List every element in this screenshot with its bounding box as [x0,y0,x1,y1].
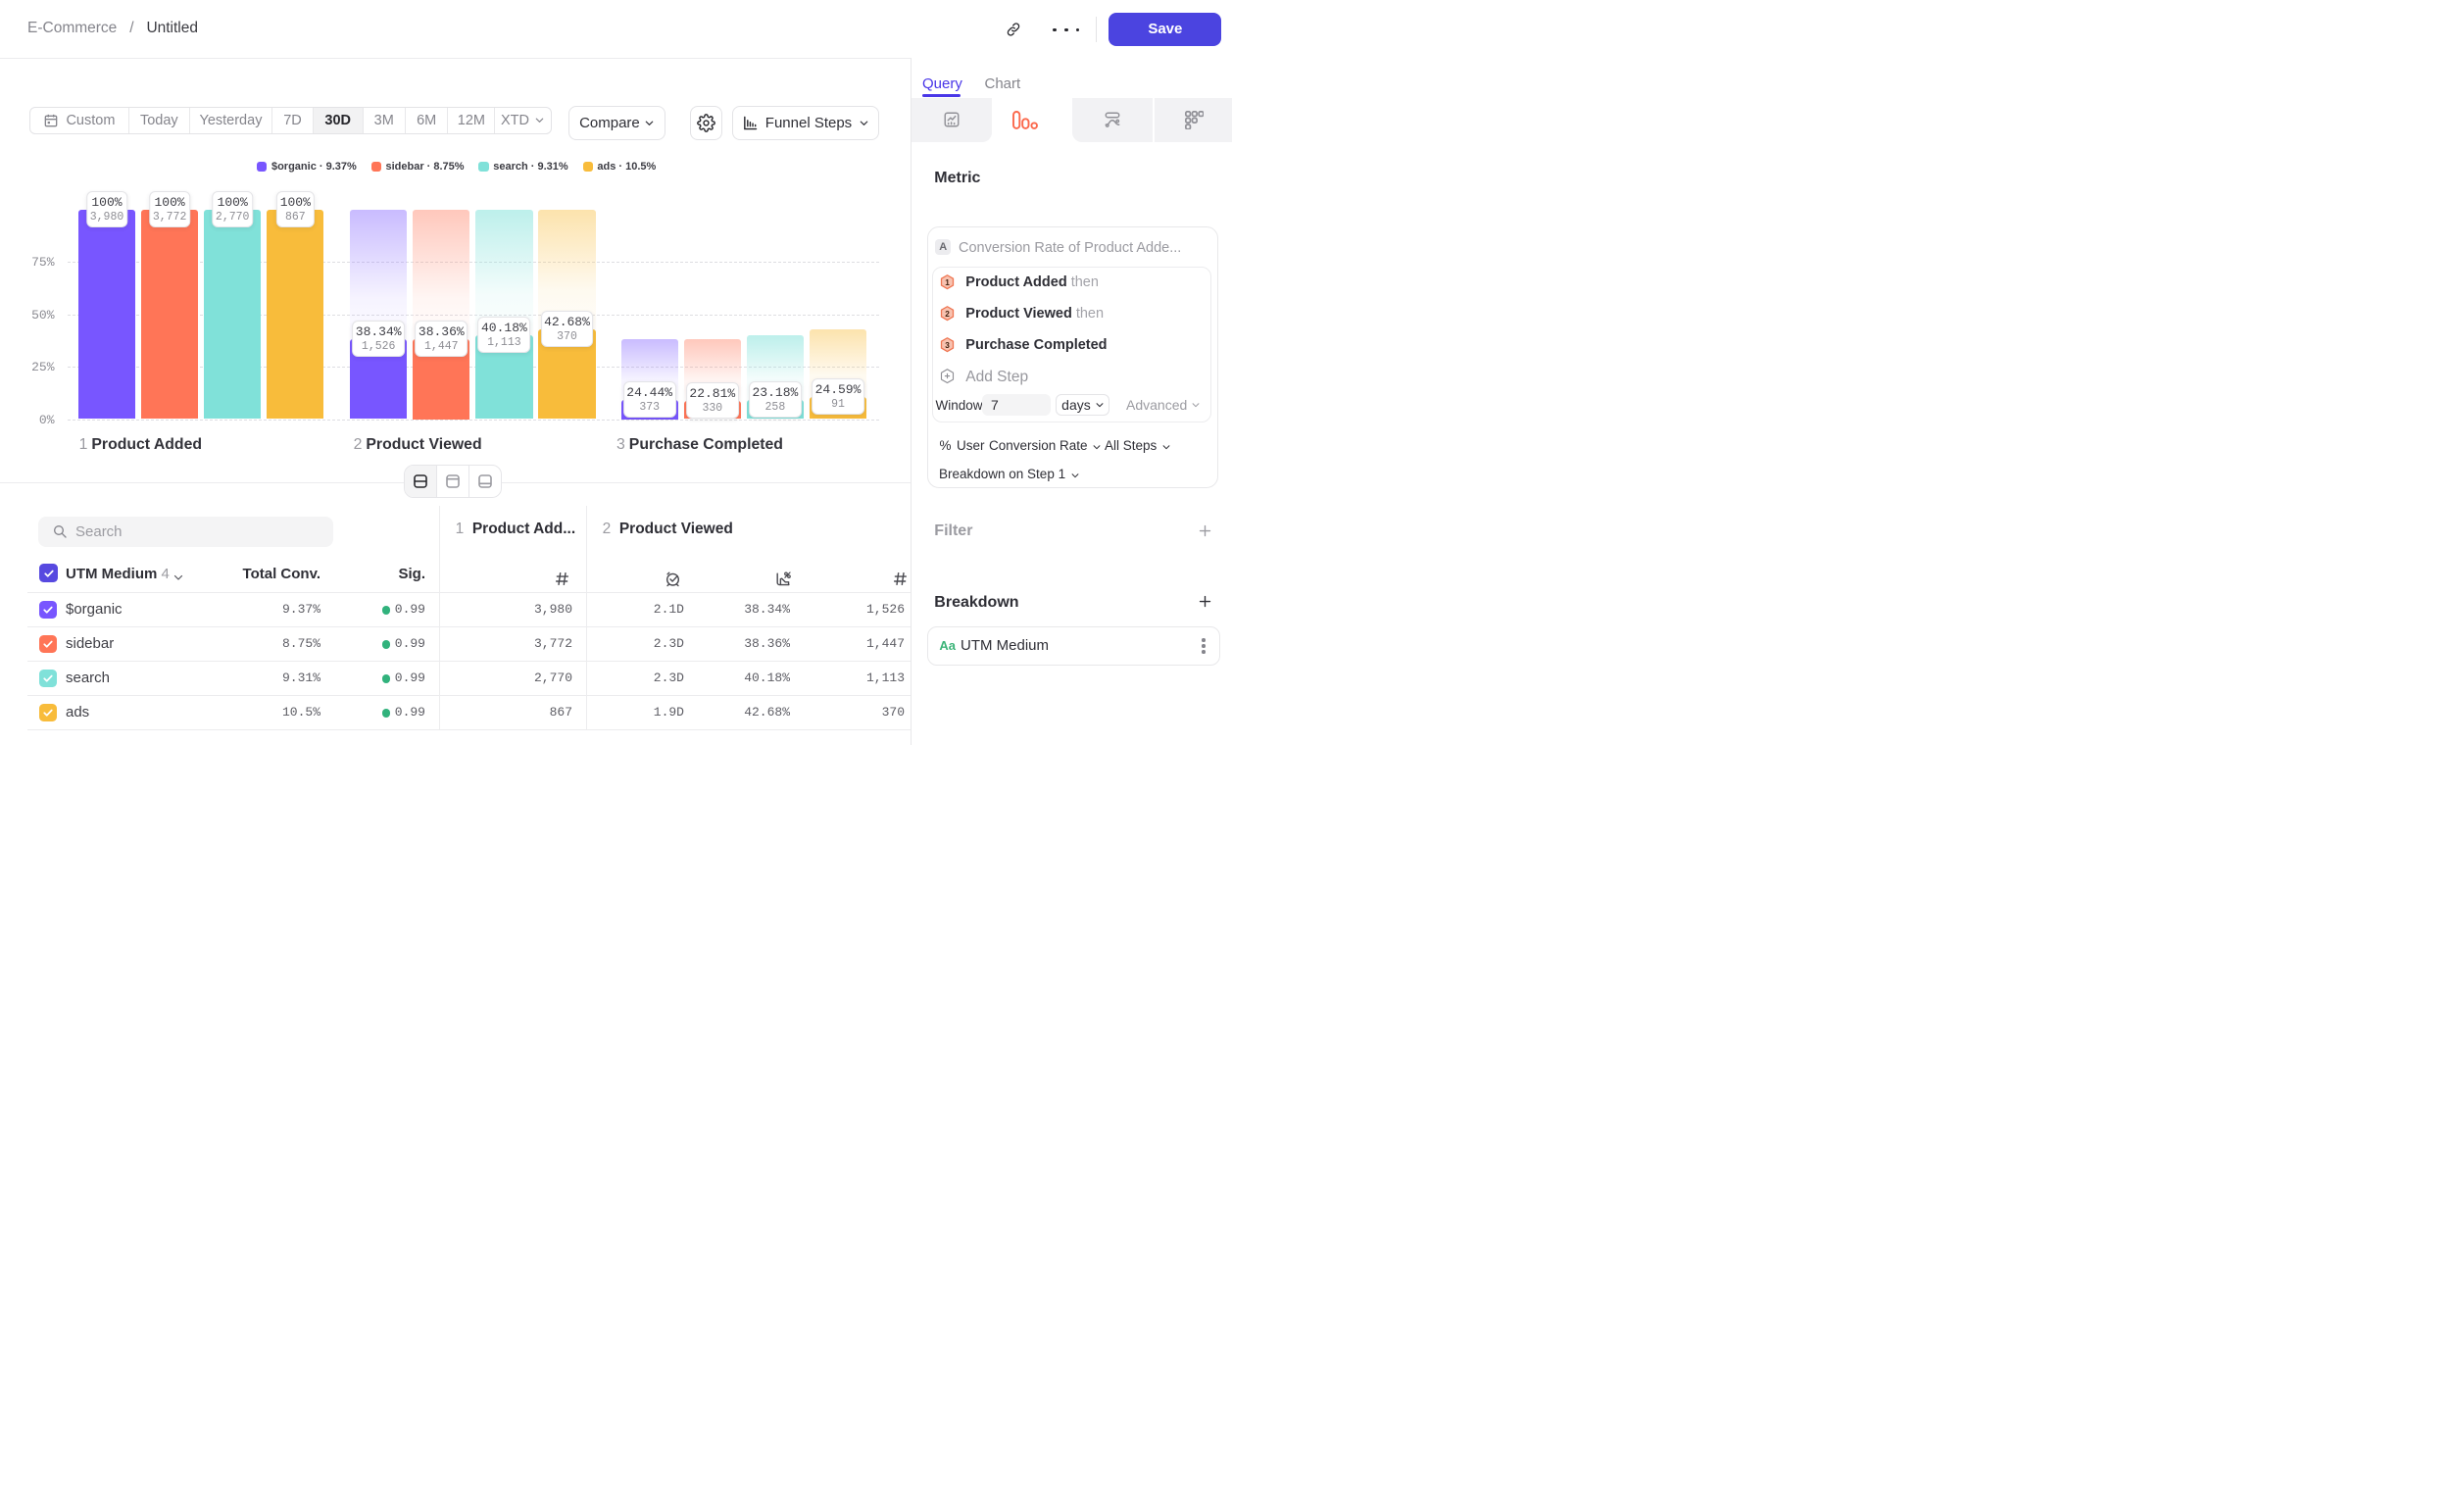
svg-text:2: 2 [945,309,950,318]
svg-text:1: 1 [945,277,950,286]
svg-text:3: 3 [945,341,950,350]
